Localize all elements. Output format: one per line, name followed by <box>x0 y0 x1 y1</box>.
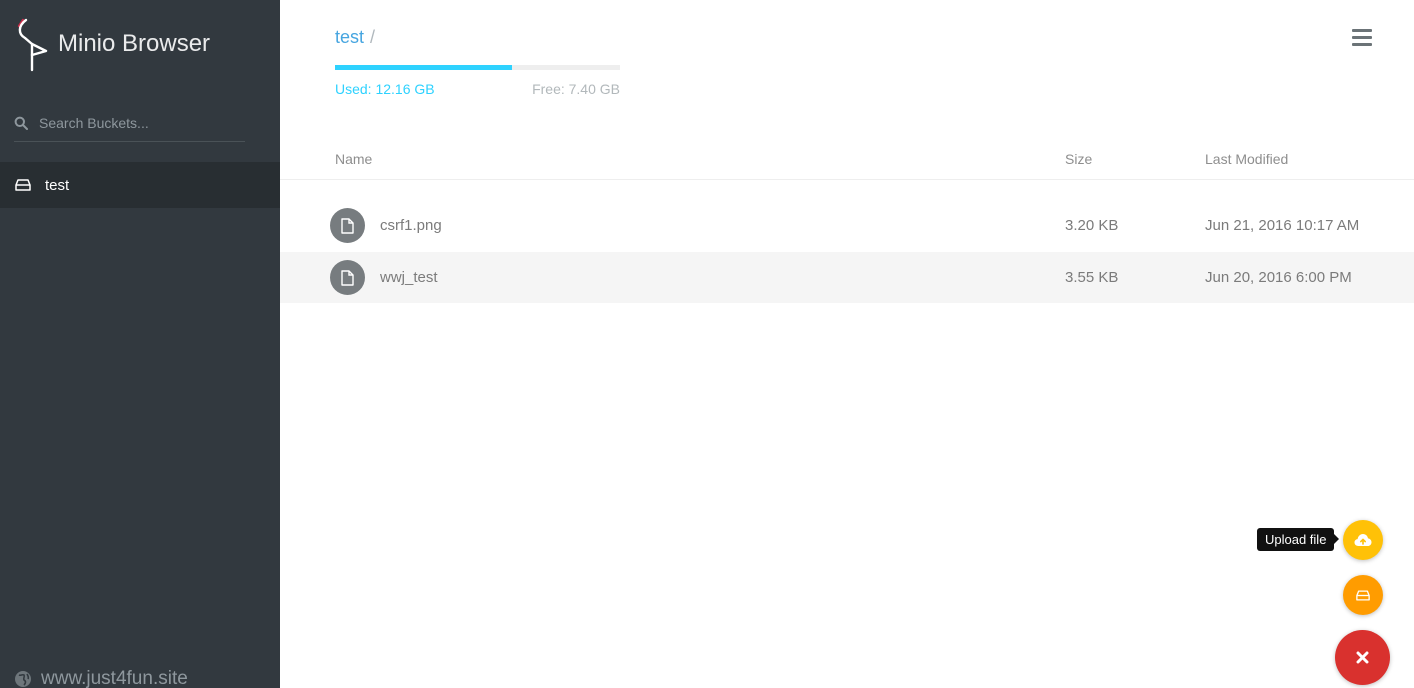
storage-used-label: Used: 12.16 GB <box>335 81 435 97</box>
app-title: Minio Browser <box>58 30 211 57</box>
file-size: 3.55 KB <box>1065 269 1119 286</box>
create-bucket-button[interactable] <box>1343 575 1383 615</box>
logo: Minio Browser <box>16 18 210 72</box>
file-modified: Jun 20, 2016 6:00 PM <box>1205 269 1352 286</box>
column-header-last-modified[interactable]: Last Modified <box>1205 151 1288 167</box>
storage-free-label: Free: 7.40 GB <box>532 81 620 97</box>
bucket-search <box>14 104 245 142</box>
drive-icon <box>1356 589 1370 601</box>
breadcrumb-separator: / <box>370 27 376 47</box>
file-icon <box>330 208 365 243</box>
file-name[interactable]: wwj_test <box>380 269 438 286</box>
file-name[interactable]: csrf1.png <box>380 217 442 234</box>
hamburger-menu-icon[interactable] <box>1352 29 1372 47</box>
close-icon <box>1356 651 1369 664</box>
upload-file-tooltip: Upload file <box>1257 528 1340 551</box>
cloud-upload-icon <box>1354 534 1372 546</box>
host-label: www.just4fun.site <box>41 668 188 688</box>
host-link[interactable]: www.just4fun.site <box>14 668 188 688</box>
column-header-size[interactable]: Size <box>1065 151 1092 167</box>
globe-icon <box>15 671 31 687</box>
bucket-label: test <box>45 176 70 194</box>
upload-file-button[interactable] <box>1343 520 1383 560</box>
drive-icon <box>15 179 31 191</box>
file-modified: Jun 21, 2016 10:17 AM <box>1205 217 1360 234</box>
column-header-name[interactable]: Name <box>335 151 372 167</box>
table-row[interactable]: csrf1.png 3.20 KB Jun 21, 2016 10:17 AM <box>280 200 1414 251</box>
sidebar-item-bucket-test[interactable]: test <box>0 162 280 208</box>
file-icon <box>330 260 365 295</box>
file-size: 3.20 KB <box>1065 217 1119 234</box>
table-row[interactable]: wwj_test 3.55 KB Jun 20, 2016 6:00 PM <box>280 252 1414 303</box>
minio-logo-icon <box>17 18 48 72</box>
search-buckets-input[interactable] <box>39 105 245 140</box>
close-actions-button[interactable] <box>1335 630 1390 685</box>
storage-bar-fill <box>335 65 512 70</box>
storage-bar <box>335 65 620 70</box>
file-table-header: Name Size Last Modified <box>280 140 1414 180</box>
breadcrumb: test / <box>335 27 375 48</box>
search-icon <box>14 116 28 130</box>
sidebar: Minio Browser test www.just4fun.site <box>0 0 280 688</box>
storage-usage: Used: 12.16 GB Free: 7.40 GB <box>335 65 620 97</box>
breadcrumb-bucket[interactable]: test <box>335 27 364 48</box>
